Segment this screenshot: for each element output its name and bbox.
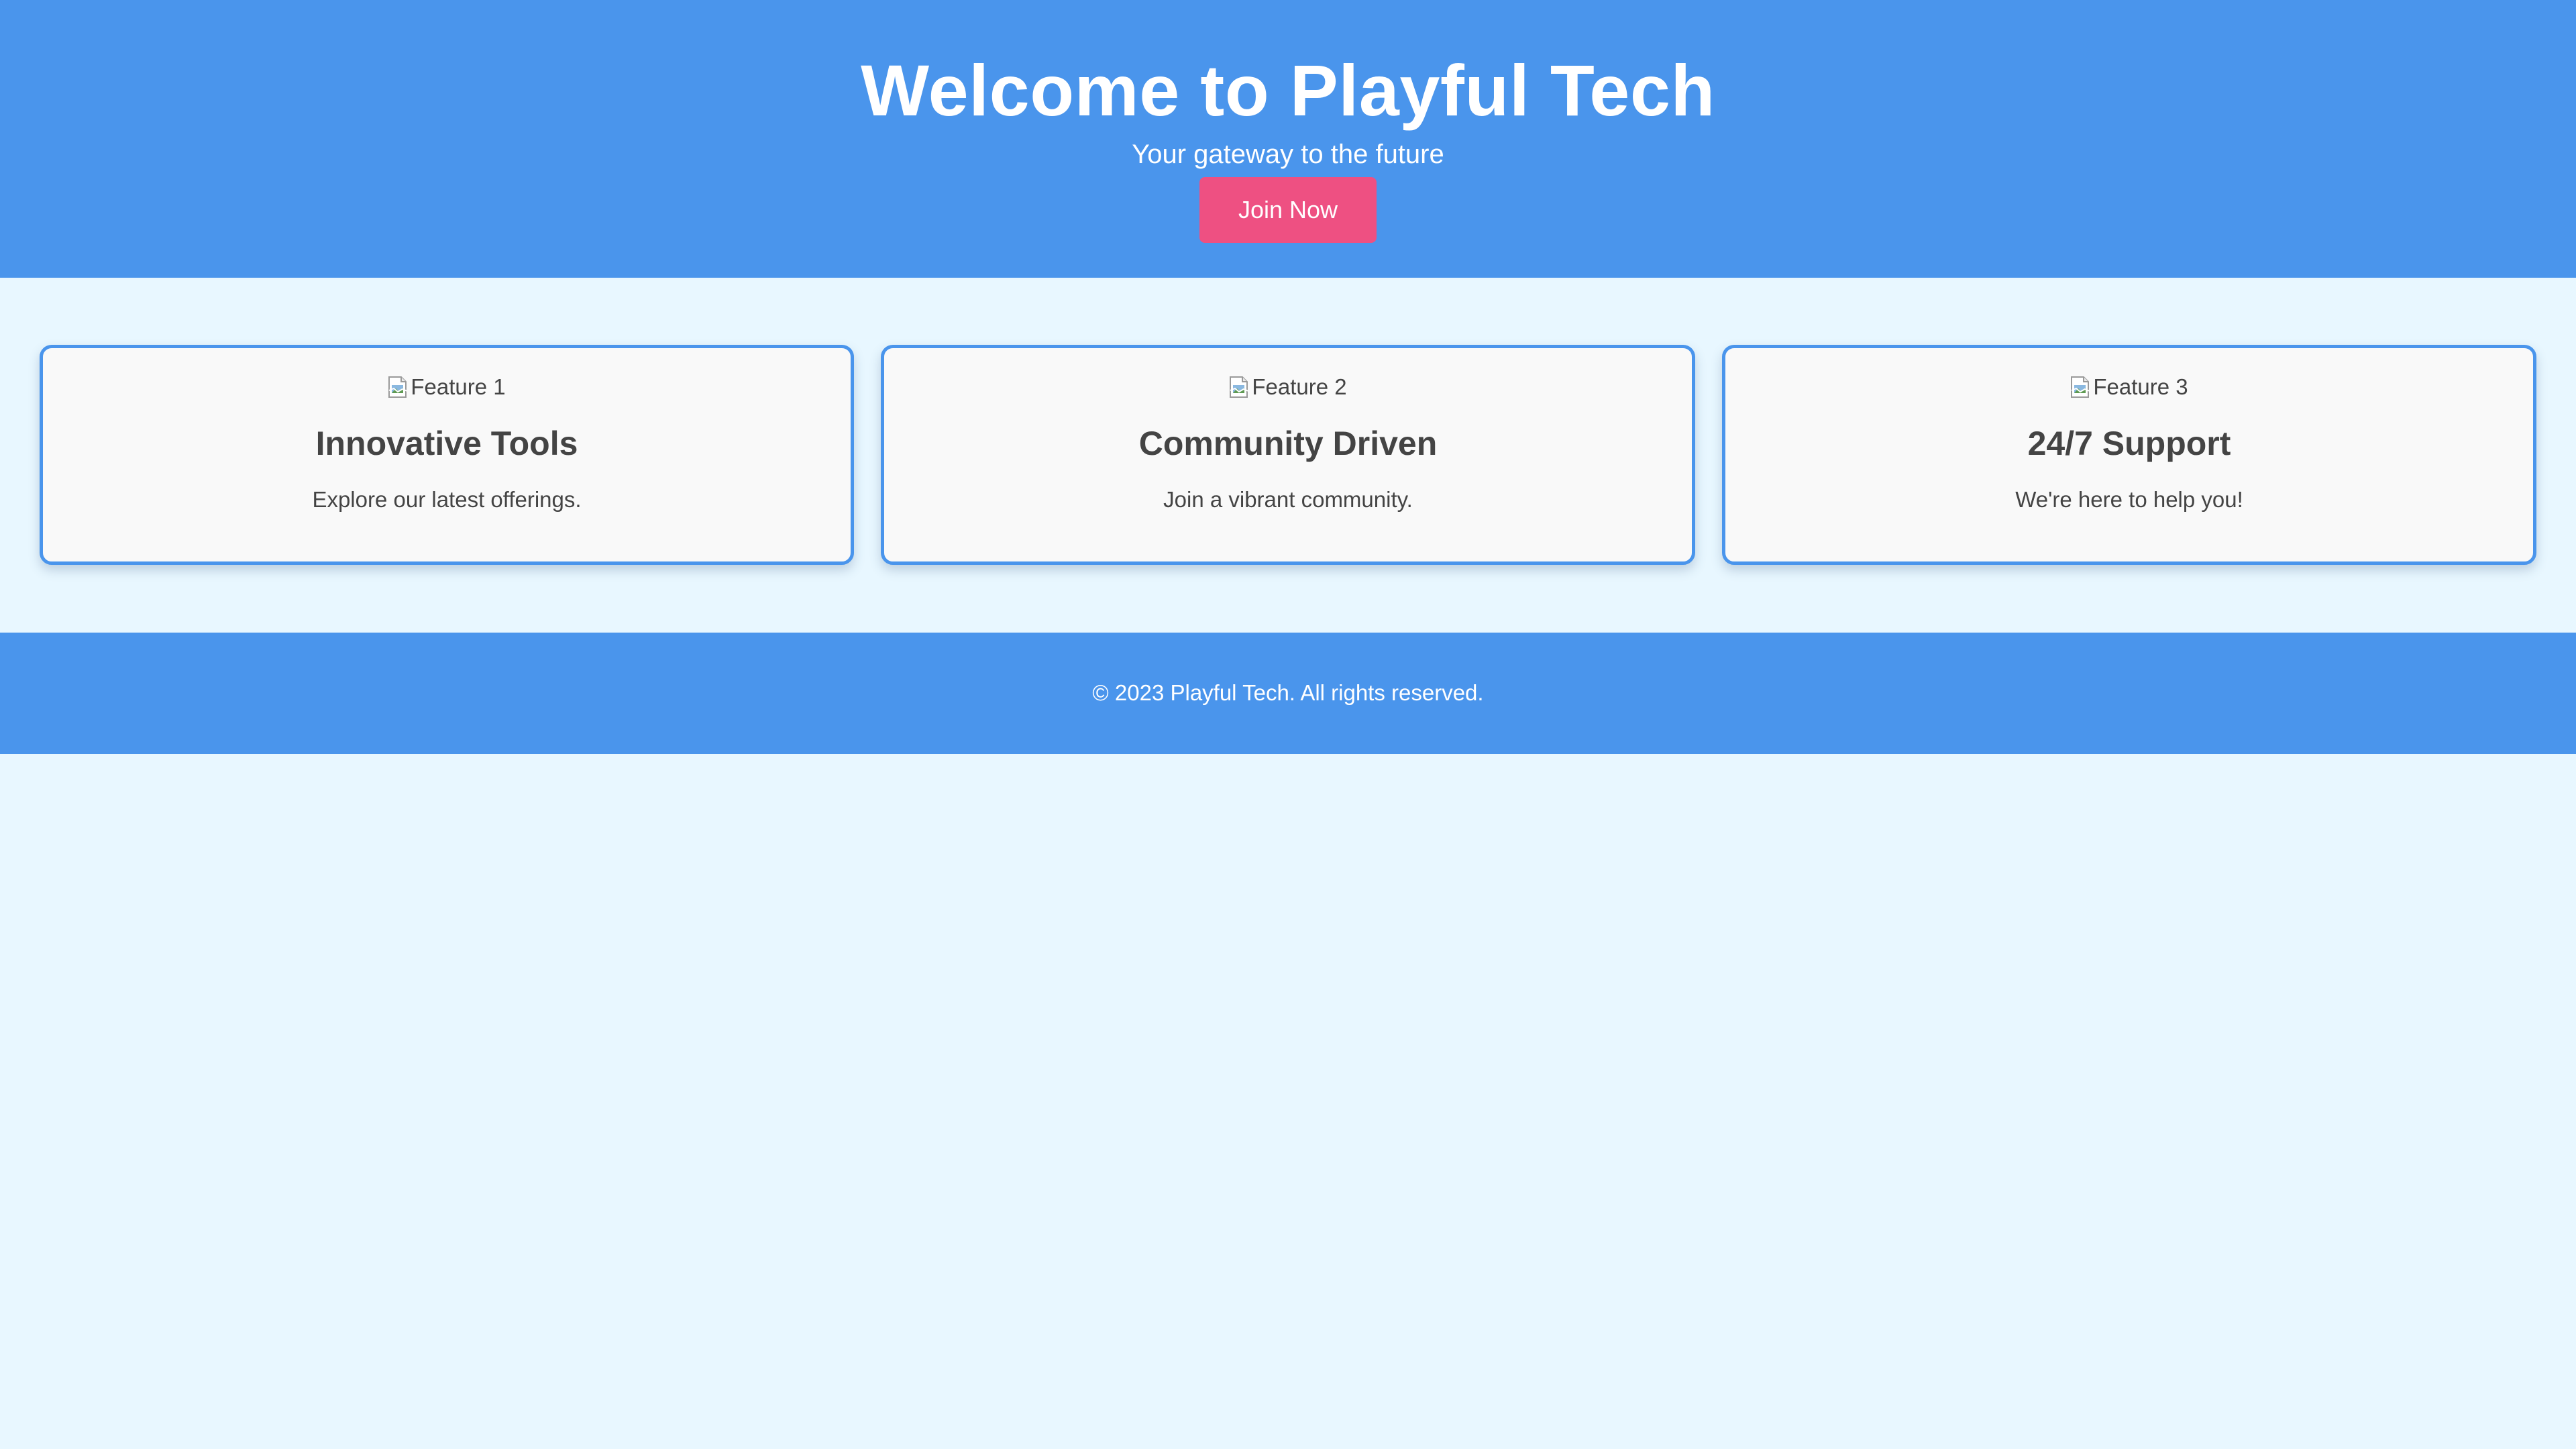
broken-image-icon <box>388 376 408 398</box>
feature-card: Feature 3 24/7 Support We're here to hel… <box>1722 345 2536 565</box>
site-header: Welcome to Playful Tech Your gateway to … <box>0 0 2576 278</box>
features-section: Feature 1 Innovative Tools Explore our l… <box>40 345 2536 565</box>
feature-card: Feature 2 Community Driven Join a vibran… <box>881 345 1695 565</box>
broken-image-icon <box>2070 376 2090 398</box>
join-now-button[interactable]: Join Now <box>1199 177 1377 243</box>
feature-description: Explore our latest offerings. <box>312 487 582 512</box>
feature-image-alt: Feature 1 <box>411 374 506 399</box>
feature-description: We're here to help you! <box>2015 487 2243 512</box>
feature-title: Community Driven <box>1138 425 1438 462</box>
site-footer: © 2023 Playful Tech. All rights reserved… <box>0 633 2576 754</box>
feature-image-alt: Feature 2 <box>1252 374 1347 399</box>
feature-description: Join a vibrant community. <box>1163 487 1413 512</box>
feature-title: 24/7 Support <box>2027 425 2231 462</box>
broken-image-icon <box>1229 376 1249 398</box>
page-tagline: Your gateway to the future <box>1132 140 1444 169</box>
copyright-text: © 2023 Playful Tech. All rights reserved… <box>1092 680 1484 705</box>
feature-image: Feature 2 <box>884 374 1692 400</box>
feature-image: Feature 1 <box>43 374 851 400</box>
feature-card: Feature 1 Innovative Tools Explore our l… <box>40 345 854 565</box>
feature-image-alt: Feature 3 <box>2093 374 2188 399</box>
feature-image: Feature 3 <box>1725 374 2533 400</box>
feature-title: Innovative Tools <box>315 425 578 462</box>
page-title: Welcome to Playful Tech <box>861 50 1715 131</box>
